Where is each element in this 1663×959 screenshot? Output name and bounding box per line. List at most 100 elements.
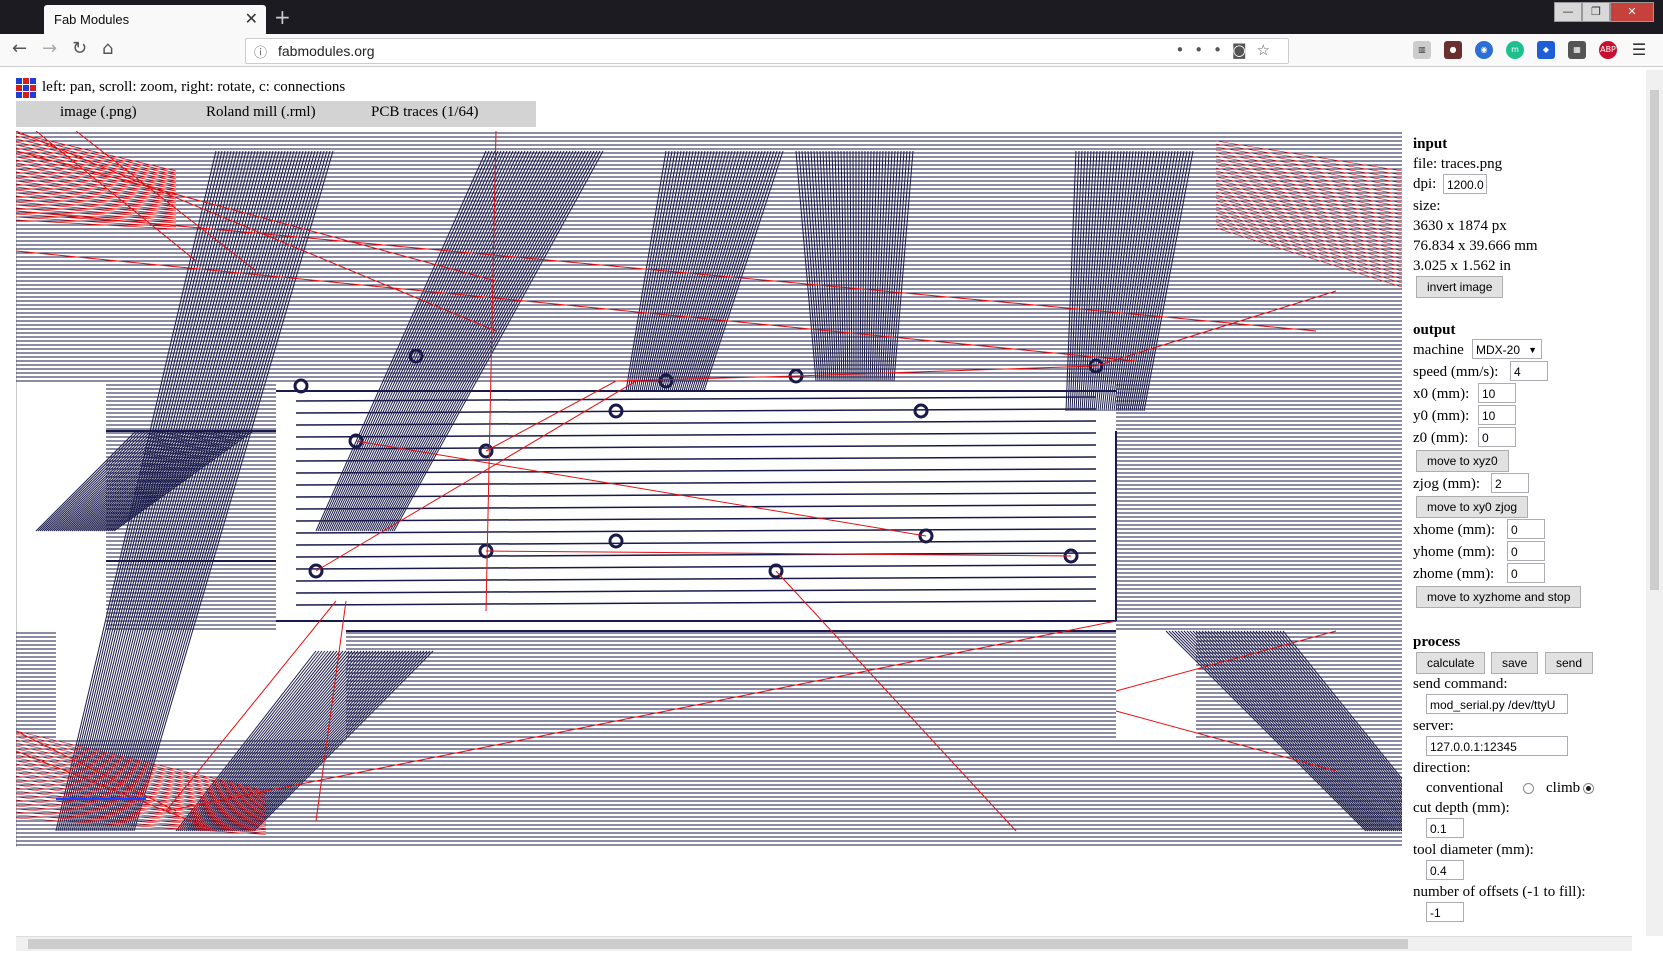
size-label: size: xyxy=(1413,198,1441,214)
connection-line xyxy=(1215,224,1402,284)
connection-line xyxy=(1215,194,1402,244)
move-to-xy0-zjog-button[interactable]: move to xy0 zjog xyxy=(1416,496,1529,518)
server-input[interactable]: 127.0.0.1:12345 xyxy=(1426,736,1568,756)
machine-select[interactable]: MDX-20 ▼ xyxy=(1472,339,1542,359)
info-icon[interactable]: ⓘ xyxy=(254,42,267,61)
browser-tab[interactable]: Fab Modules ✕ xyxy=(44,5,266,34)
x0-label: x0 (mm): xyxy=(1413,386,1470,402)
save-button[interactable]: save xyxy=(1491,652,1539,674)
z0-input[interactable]: 0 xyxy=(1478,427,1516,447)
pad-marker xyxy=(913,403,929,419)
horizontal-scrollbar[interactable] xyxy=(16,936,1632,951)
back-icon[interactable]: ← xyxy=(12,38,27,59)
home-icon[interactable]: ⌂ xyxy=(102,38,113,59)
reader-icon[interactable]: ▥ xyxy=(1413,41,1431,60)
y0-label: y0 (mm): xyxy=(1413,408,1470,424)
address-bar[interactable]: ⓘ fabmodules.org •••◙☆ xyxy=(245,38,1289,64)
connection-line xyxy=(1215,218,1402,276)
connection-line xyxy=(1215,152,1402,188)
direction-label: direction: xyxy=(1413,760,1471,776)
tab-title: Fab Modules xyxy=(54,12,130,27)
cut-depth-label: cut depth (mm): xyxy=(1413,800,1510,816)
controls-hint: left: pan, scroll: zoom, right: rotate, … xyxy=(42,79,346,95)
yhome-input[interactable]: 0 xyxy=(1507,541,1545,561)
browser-titlebar: Fab Modules ✕ + — ❐ ✕ xyxy=(0,0,1663,34)
url-text[interactable]: fabmodules.org xyxy=(278,43,375,59)
connection-line xyxy=(16,144,177,180)
dpi-label: dpi: xyxy=(1413,176,1437,192)
conventional-label: conventional xyxy=(1426,780,1504,796)
speed-label: speed (mm/s): xyxy=(1413,364,1499,380)
color-wheel-icon[interactable]: ◉ xyxy=(1475,41,1493,60)
tool-diameter-input[interactable]: 0.4 xyxy=(1426,860,1464,880)
trace-path xyxy=(295,576,1097,582)
toolpath-canvas[interactable] xyxy=(16,131,1402,847)
climb-radio[interactable] xyxy=(1583,783,1594,794)
menu-icon[interactable]: ☰ xyxy=(1630,41,1648,59)
connection-line xyxy=(16,213,177,226)
conventional-radio[interactable] xyxy=(1523,783,1534,794)
connection-line xyxy=(1215,188,1402,236)
x0-input[interactable]: 10 xyxy=(1478,383,1516,403)
more-icon[interactable]: ••• xyxy=(1175,41,1232,59)
grid-icon[interactable]: ▦ xyxy=(1568,41,1586,60)
move-to-xyz0-button[interactable]: move to xyz0 xyxy=(1416,450,1509,472)
climb-label: climb xyxy=(1546,780,1581,796)
input-heading: input xyxy=(1413,136,1448,152)
xhome-input[interactable]: 0 xyxy=(1507,519,1545,539)
invert-image-button[interactable]: invert image xyxy=(1416,276,1504,298)
tab-roland-mill[interactable]: Roland mill (.rml) xyxy=(206,104,316,121)
horizontal-scroll-thumb[interactable] xyxy=(28,939,1408,949)
dpi-input[interactable]: 1200.0 xyxy=(1443,174,1487,194)
vertical-scroll-thumb[interactable] xyxy=(1650,90,1659,590)
offsets-input[interactable]: -1 xyxy=(1426,902,1464,922)
close-tab-icon[interactable]: ✕ xyxy=(245,9,258,28)
m-extension-icon[interactable]: m xyxy=(1506,41,1524,60)
toolpath-fan-line xyxy=(697,150,775,392)
star-icon[interactable]: ☆ xyxy=(1257,41,1280,59)
trace-path xyxy=(295,564,1097,570)
connection-line xyxy=(1215,146,1402,180)
connection-line xyxy=(795,365,1097,377)
server-label: server: xyxy=(1413,718,1454,734)
send-button[interactable]: send xyxy=(1545,652,1594,674)
zhome-input[interactable]: 0 xyxy=(1507,563,1545,583)
close-window-button[interactable]: ✕ xyxy=(1610,2,1654,22)
reload-icon[interactable]: ↻ xyxy=(72,38,87,59)
zjog-label: zjog (mm): xyxy=(1413,476,1481,492)
file-name: file: traces.png xyxy=(1413,156,1503,172)
browser-navbar: ← → ↻ ⌂ ⓘ fabmodules.org •••◙☆ ▥ ● ◉ m ◆… xyxy=(0,34,1663,67)
process-heading: process xyxy=(1413,634,1461,650)
minimize-window-button[interactable]: — xyxy=(1554,2,1582,22)
y0-input[interactable]: 10 xyxy=(1478,405,1516,425)
trace-path xyxy=(295,528,1097,534)
avatar-icon[interactable]: ● xyxy=(1444,41,1462,60)
size-mm: 76.834 x 39.666 mm xyxy=(1413,238,1538,254)
new-tab-icon[interactable]: + xyxy=(274,5,291,29)
tab-pcb-traces[interactable]: PCB traces (1/64) xyxy=(371,104,478,121)
vertical-scrollbar[interactable] xyxy=(1646,70,1663,936)
pad-marker xyxy=(608,533,624,549)
trace-path xyxy=(295,600,1097,606)
maximize-window-button[interactable]: ❐ xyxy=(1582,2,1610,22)
adblock-icon[interactable]: ABP xyxy=(1599,41,1617,60)
trace-path xyxy=(295,492,1097,498)
zhome-label: zhome (mm): xyxy=(1413,566,1495,582)
machine-value: MDX-20 xyxy=(1476,343,1521,357)
output-heading: output xyxy=(1413,322,1456,338)
speed-input[interactable]: 4 xyxy=(1510,361,1548,381)
extension-toolbar: ▥ ● ◉ m ◆ ▦ ABP ☰ xyxy=(1413,41,1657,60)
move-to-xyzhome-button[interactable]: move to xyzhome and stop xyxy=(1416,586,1582,608)
zjog-input[interactable]: 2 xyxy=(1491,473,1529,493)
size-px: 3630 x 1874 px xyxy=(1413,218,1507,234)
pocket-icon[interactable]: ◙ xyxy=(1232,41,1257,59)
send-command-input[interactable]: mod_serial.py /dev/ttyU xyxy=(1426,694,1568,714)
send-command-label: send command: xyxy=(1413,676,1508,692)
tab-image[interactable]: image (.png) xyxy=(60,104,137,121)
calculate-button[interactable]: calculate xyxy=(1416,652,1486,674)
yhome-label: yhome (mm): xyxy=(1413,544,1496,560)
forward-icon[interactable]: → xyxy=(42,38,57,59)
shield-icon[interactable]: ◆ xyxy=(1537,41,1555,60)
fab-logo-icon xyxy=(16,78,36,98)
cut-depth-input[interactable]: 0.1 xyxy=(1426,818,1464,838)
